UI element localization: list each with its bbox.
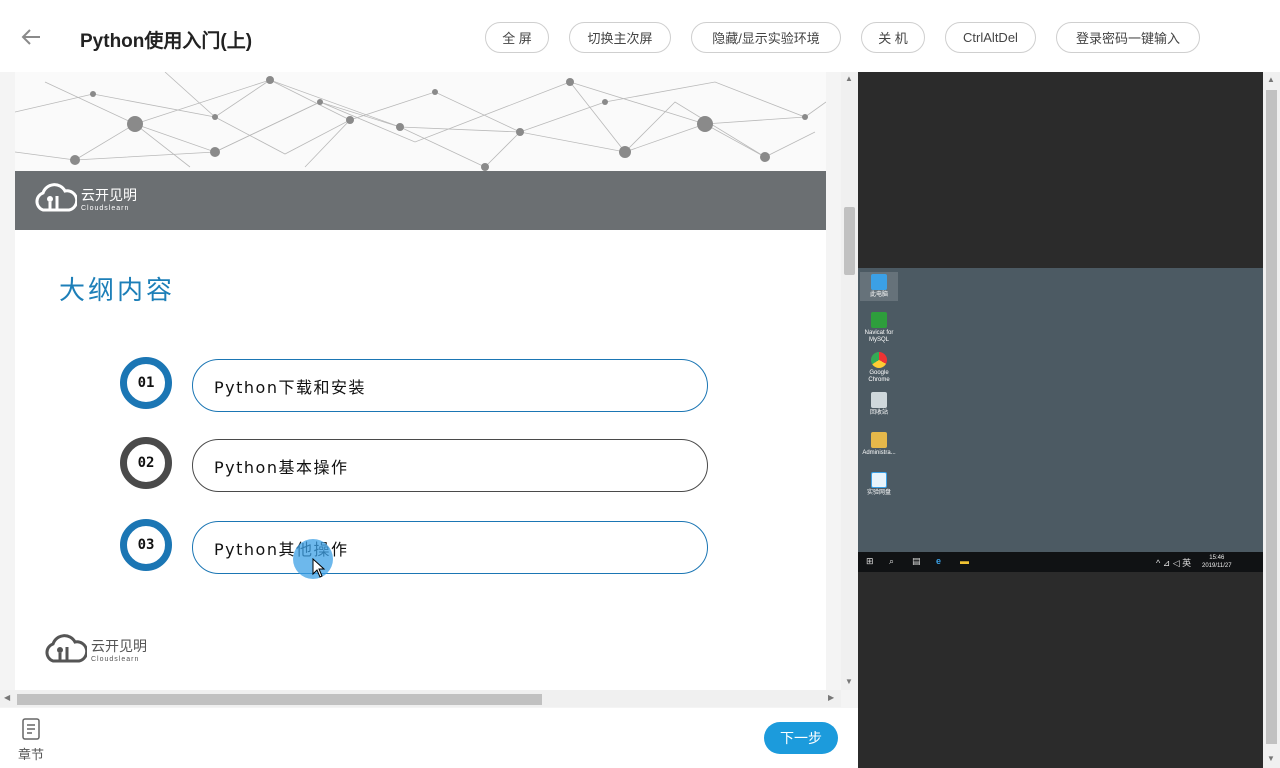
outline-item-1: Python下载和安装 <box>192 359 708 412</box>
network-graphic <box>15 72 826 172</box>
ie-browser-icon[interactable]: e <box>936 556 941 566</box>
outline-number-1: 01 <box>120 357 172 409</box>
desktop-icon-label: Navicat for MySQL <box>864 330 894 343</box>
shutdown-button[interactable]: 关 机 <box>861 22 925 53</box>
vm-scroll-thumb[interactable] <box>1266 90 1277 744</box>
clock-time: 15:46 <box>1209 555 1225 561</box>
vm-vertical-scrollbar[interactable]: ▲ ▼ <box>1263 72 1280 768</box>
desktop-icon-netdisk[interactable]: 实验网盘 <box>860 472 898 497</box>
footer-brand-name: 云开见明 <box>91 637 147 654</box>
desktop-icon-navicat[interactable]: Navicat for MySQL <box>860 312 898 344</box>
slide-vertical-scrollbar[interactable]: ▲ ▼ <box>841 72 858 690</box>
windows-start-icon[interactable]: ⊞ <box>866 556 874 567</box>
search-icon[interactable]: ⌕ <box>889 556 894 567</box>
desktop-icon-label: 实验网盘 <box>866 490 891 496</box>
tray-icons[interactable]: ^ ⊿ ◁ 英 <box>1156 556 1191 569</box>
vm-desktop[interactable]: 此电脑 Navicat for MySQL Google Chrome 回收站 … <box>858 268 1263 552</box>
desktop-icon-chrome[interactable]: Google Chrome <box>860 352 898 384</box>
fullscreen-button[interactable]: 全 屏 <box>485 22 549 53</box>
navicat-icon <box>871 312 887 328</box>
recycle-bin-icon <box>871 392 887 408</box>
scroll-up-icon[interactable]: ▲ <box>845 74 853 83</box>
vertical-scroll-thumb[interactable] <box>844 207 855 275</box>
bottom-bar: 章节 下一步 <box>0 708 858 768</box>
desktop-icon-label: 回收站 <box>869 410 888 416</box>
desktop-icon-recycle-bin[interactable]: 回收站 <box>860 392 898 417</box>
chapter-label: 章节 <box>17 747 44 762</box>
document-icon <box>22 718 40 740</box>
page-title: Python使用入门(上) <box>80 31 253 52</box>
vm-taskbar: ⊞ ⌕ ▤ e ▬ ^ ⊿ ◁ 英 15:46 2019/11/27 <box>858 552 1263 572</box>
scroll-right-icon[interactable]: ▶ <box>828 693 834 702</box>
desktop-icon-administrator[interactable]: Administra... <box>860 432 898 457</box>
desktop-icon-label: 此电脑 <box>869 292 888 298</box>
back-arrow-icon[interactable] <box>20 26 42 48</box>
outline-item-2: Python基本操作 <box>192 439 708 492</box>
next-step-button[interactable]: 下一步 <box>764 722 838 754</box>
switch-screen-button[interactable]: 切换主次屏 <box>569 22 671 53</box>
footer-brand-sub: Cloudslearn <box>91 655 140 663</box>
top-header: Python使用入门(上) 全 屏 切换主次屏 隐藏/显示实验环境 关 机 Ct… <box>0 0 1280 72</box>
band-logo: 云开见明 Cloudslearn <box>33 182 137 214</box>
vm-screen[interactable]: 此电脑 Navicat for MySQL Google Chrome 回收站 … <box>858 72 1280 768</box>
taskbar-clock[interactable]: 15:46 2019/11/27 <box>1202 554 1232 570</box>
ctrl-alt-del-button[interactable]: CtrlAltDel <box>945 22 1036 53</box>
toggle-env-button[interactable]: 隐藏/显示实验环境 <box>691 22 841 53</box>
user-folder-icon <box>871 432 887 448</box>
outline-number-3: 03 <box>120 519 172 571</box>
slide-page: 云开见明 Cloudslearn 大纲内容 01 Python下载和安装 02 … <box>15 72 826 690</box>
chrome-icon <box>871 352 887 368</box>
desktop-icon-this-pc[interactable]: 此电脑 <box>860 272 898 301</box>
computer-icon <box>871 274 887 290</box>
desktop-icon-label: Google Chrome <box>868 370 890 383</box>
task-view-icon[interactable]: ▤ <box>912 556 921 567</box>
cloud-logo-icon <box>35 183 77 212</box>
slide-horizontal-scrollbar[interactable]: ◀ ▶ <box>0 690 841 707</box>
mouse-cursor-icon <box>312 558 326 578</box>
scroll-left-icon[interactable]: ◀ <box>4 693 10 702</box>
horizontal-scroll-thumb[interactable] <box>17 694 542 705</box>
chapter-button[interactable]: 章节 <box>15 718 47 763</box>
scroll-up-icon[interactable]: ▲ <box>1267 75 1275 84</box>
footer-logo: 云开见明 Cloudslearn <box>43 632 147 666</box>
cloud-logo-icon <box>45 634 87 663</box>
scroll-down-icon[interactable]: ▼ <box>1267 754 1275 763</box>
slide-heading: 大纲内容 <box>59 276 176 306</box>
clock-date: 2019/11/27 <box>1202 563 1232 569</box>
outline-number-2: 02 <box>120 437 172 489</box>
band-brand-name: 云开见明 <box>81 186 137 203</box>
scroll-down-icon[interactable]: ▼ <box>845 677 853 686</box>
netdisk-icon <box>871 472 887 488</box>
band-brand-sub: Cloudslearn <box>81 204 130 212</box>
desktop-icon-label: Administra... <box>862 450 896 456</box>
password-input-button[interactable]: 登录密码一键输入 <box>1056 22 1200 53</box>
file-explorer-icon[interactable]: ▬ <box>960 556 969 566</box>
slide-viewer: 云开见明 Cloudslearn 大纲内容 01 Python下载和安装 02 … <box>0 72 858 708</box>
outline-item-3: Python其他操作 <box>192 521 708 574</box>
